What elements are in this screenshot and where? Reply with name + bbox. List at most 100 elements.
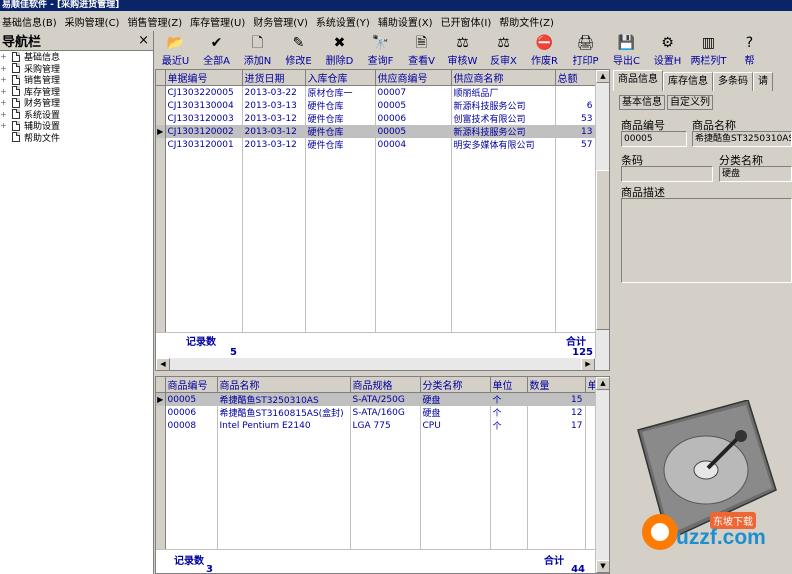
table-row[interactable]: CJ1303220005 2013-03-22 原材仓库一 00007 顺丽纸品厂 <box>156 85 596 99</box>
column-header[interactable]: 总额 <box>555 70 596 86</box>
toolbar-button[interactable]: ⛔ 作废R <box>524 31 565 69</box>
category-field[interactable]: 硬盘 <box>719 166 792 182</box>
table-cell: 13 <box>555 125 596 138</box>
sidebar-item[interactable]: + 销售管理 <box>0 74 153 86</box>
toolbar-button[interactable]: ▥ 两栏列T <box>688 31 729 69</box>
expand-icon[interactable]: + <box>0 75 7 84</box>
menu-item[interactable]: 系统设置(Y) <box>314 14 376 29</box>
menu-item[interactable]: 帮助文件(Z) <box>497 14 560 29</box>
orders-vertical-scrollbar[interactable]: ▲ <box>595 70 609 370</box>
toolbar-button[interactable]: 🗎 查看V <box>401 31 442 69</box>
expand-icon[interactable]: + <box>0 110 7 119</box>
product-name-field[interactable]: 希捷酷鱼ST3250310AS <box>692 131 792 147</box>
menu-item[interactable]: 已开窗体(I) <box>438 14 497 29</box>
row-indicator-header <box>156 377 166 393</box>
column-header[interactable]: 入库仓库 <box>305 70 376 86</box>
toolbar-button[interactable]: ? 帮 <box>729 31 770 69</box>
subtab-0[interactable]: 基本信息 <box>619 95 665 110</box>
product-code-field[interactable]: 00005 <box>621 131 687 147</box>
toolbar-button[interactable]: ✎ 修改E <box>278 31 319 69</box>
column-header[interactable]: 供应商名称 <box>451 70 556 86</box>
toolbar-button[interactable]: ⚖ 反审X <box>483 31 524 69</box>
description-field[interactable] <box>621 198 792 283</box>
toolbar-button[interactable]: 🔭 查询F <box>360 31 401 69</box>
toolbar-button[interactable]: 🖨 打印P <box>565 31 606 69</box>
toolbar-button[interactable]: 💾 导出C <box>606 31 647 69</box>
sidebar-item[interactable]: + 辅助设置 <box>0 120 153 132</box>
unapprove-icon: ⚖ <box>497 35 510 51</box>
table-row[interactable]: CJ1303130004 2013-03-13 硬件仓库 00005 新源科技服务公司 6 <box>156 99 596 112</box>
close-icon[interactable]: × <box>138 33 149 48</box>
menu-item[interactable]: 采购管理(C) <box>63 14 126 29</box>
menu-item[interactable]: 辅助设置(X) <box>376 14 439 29</box>
menu-item[interactable]: 基础信息(B) <box>0 14 63 29</box>
toolbar-button[interactable]: 🗋 添加N <box>237 31 278 69</box>
scroll-up-icon[interactable]: ▲ <box>596 70 609 83</box>
table-cell <box>527 478 586 490</box>
empty-row <box>156 478 598 490</box>
toolbar-button[interactable]: 📂 最近U <box>155 31 196 69</box>
table-cell <box>490 478 528 490</box>
subtab-1[interactable]: 自定义列 <box>667 95 713 110</box>
sidebar-item[interactable]: + 系统设置 <box>0 109 153 121</box>
barcode-field[interactable] <box>621 166 713 182</box>
menu-item[interactable]: 销售管理(Z) <box>125 14 188 29</box>
table-row[interactable]: CJ1303120001 2013-03-12 硬件仓库 00004 明安多媒体有限公司… <box>156 138 596 151</box>
table-cell: 00005 <box>375 99 452 112</box>
column-header[interactable]: 单位 <box>490 377 528 393</box>
toolbar-button-label: 添加N <box>243 56 272 67</box>
orders-horizontal-scrollbar[interactable]: ◀ ▶ <box>156 358 609 370</box>
tab-1[interactable]: 库存信息 <box>663 72 713 91</box>
table-cell <box>527 524 586 536</box>
table-cell: 硬盘 <box>420 406 491 419</box>
tab-0[interactable]: 商品信息 <box>613 70 663 91</box>
expand-icon[interactable]: + <box>0 64 7 73</box>
tab-2[interactable]: 多条码 <box>713 72 753 91</box>
table-row[interactable]: 00006 希捷酷鱼ST3160815AS(盒封) S-ATA/160G 硬盘个 12 <box>156 406 598 419</box>
toolbar-button[interactable]: ✔ 全部A <box>196 31 237 69</box>
table-cell: 57 <box>555 138 596 151</box>
scroll-left-icon[interactable]: ◀ <box>156 358 170 370</box>
toolbar-button[interactable]: ⚖ 审核W <box>442 31 483 69</box>
sidebar-item[interactable]: 帮助文件 <box>0 132 153 144</box>
table-cell <box>165 535 218 547</box>
menu-item[interactable]: 库存管理(U) <box>188 14 251 29</box>
scroll-right-icon[interactable]: ▶ <box>581 358 595 370</box>
orders-total-value: 125 <box>572 347 593 358</box>
menu-item[interactable]: 财务管理(V) <box>251 14 314 29</box>
column-header[interactable]: 供应商编号 <box>375 70 452 86</box>
table-row[interactable]: 00008 Intel Pentium E2140 LGA 775 CPU 个 17 <box>156 419 598 432</box>
row-indicator <box>156 99 166 112</box>
sidebar-item[interactable]: + 库存管理 <box>0 86 153 98</box>
sidebar-item[interactable]: + 采购管理 <box>0 63 153 75</box>
scroll-thumb[interactable] <box>596 170 609 330</box>
toolbar-button[interactable]: ✖ 删除D <box>319 31 360 69</box>
column-header[interactable]: 进货日期 <box>242 70 306 86</box>
expand-icon[interactable]: + <box>0 121 7 130</box>
column-header[interactable]: 分类名称 <box>420 377 491 393</box>
column-header[interactable]: 商品编号 <box>165 377 218 393</box>
table-row[interactable]: CJ1303120003 2013-03-12 硬件仓库 00006 创富技术有限公司 5… <box>156 112 596 125</box>
expand-icon[interactable]: + <box>0 87 7 96</box>
table-row[interactable]: ▶ CJ1303120002 2013-03-12 硬件仓库 00005 新源科技服务公司… <box>156 125 596 138</box>
navigation-sidebar: 导航栏 × + 基础信息 + 采购管理 + 销售管理 + 库存管理 + 财务管理 + 系统设置 + 辅助设… <box>0 31 154 574</box>
expand-icon[interactable]: + <box>0 98 7 107</box>
column-header[interactable]: 商品规格 <box>350 377 421 393</box>
toolbar-button[interactable]: ⚙ 设置H <box>647 31 688 69</box>
scroll-up-icon[interactable]: ▲ <box>596 377 609 390</box>
sidebar-item[interactable]: + 基础信息 <box>0 51 153 63</box>
document-icon <box>12 74 20 85</box>
column-header[interactable]: 数量 <box>527 377 586 393</box>
sidebar-item[interactable]: + 财务管理 <box>0 97 153 109</box>
row-indicator <box>156 466 166 478</box>
row-indicator <box>156 85 166 99</box>
tab-3[interactable]: 请 <box>753 72 773 91</box>
table-cell <box>420 501 491 513</box>
expand-icon[interactable]: + <box>0 52 7 61</box>
scroll-down-icon[interactable]: ▼ <box>596 560 609 573</box>
column-header[interactable]: 商品名称 <box>217 377 351 393</box>
items-vertical-scrollbar[interactable]: ▲ ▼ <box>595 377 609 573</box>
help-icon: ? <box>745 35 754 51</box>
table-row[interactable]: ▶ 00005 希捷酷鱼ST3250310AS S-ATA/250G 硬盘个 15 <box>156 392 598 406</box>
column-header[interactable]: 单据编号 <box>165 70 243 86</box>
